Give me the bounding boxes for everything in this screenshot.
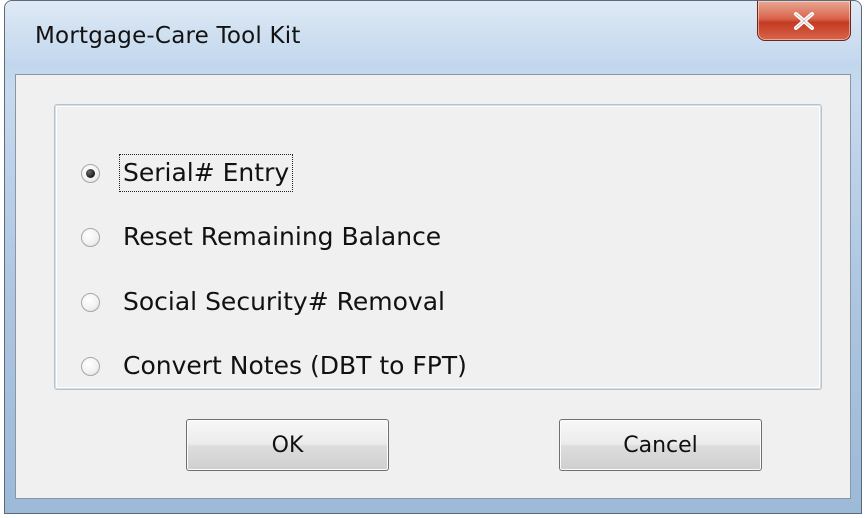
- radio-label[interactable]: Convert Notes (DBT to FPT): [120, 348, 470, 384]
- radio-option-reset-remaining-balance[interactable]: Reset Remaining Balance: [81, 217, 444, 257]
- close-button[interactable]: [757, 1, 851, 41]
- cancel-button[interactable]: Cancel: [559, 419, 762, 471]
- dialog-window: Mortgage-Care Tool Kit Serial# Entry Res…: [4, 0, 862, 514]
- radio-button-icon[interactable]: [81, 163, 100, 183]
- radio-label[interactable]: Reset Remaining Balance: [120, 219, 444, 255]
- radio-option-convert-notes[interactable]: Convert Notes (DBT to FPT): [81, 346, 470, 386]
- radio-button-icon[interactable]: [81, 292, 100, 312]
- radio-selected-dot-icon: [86, 168, 95, 178]
- radio-button-icon[interactable]: [81, 227, 100, 247]
- ok-button[interactable]: OK: [186, 419, 389, 471]
- options-groupbox: Serial# Entry Reset Remaining Balance So…: [55, 105, 821, 389]
- radio-label[interactable]: Serial# Entry: [118, 154, 294, 192]
- close-x-icon: [794, 11, 814, 30]
- window-title: Mortgage-Care Tool Kit: [35, 23, 301, 49]
- title-bar[interactable]: Mortgage-Care Tool Kit: [5, 1, 861, 73]
- radio-option-serial-entry[interactable]: Serial# Entry: [81, 153, 294, 193]
- radio-option-social-security-removal[interactable]: Social Security# Removal: [81, 282, 448, 322]
- radio-label[interactable]: Social Security# Removal: [120, 284, 448, 320]
- radio-button-icon[interactable]: [81, 356, 100, 376]
- dialog-client-area: Serial# Entry Reset Remaining Balance So…: [15, 74, 851, 499]
